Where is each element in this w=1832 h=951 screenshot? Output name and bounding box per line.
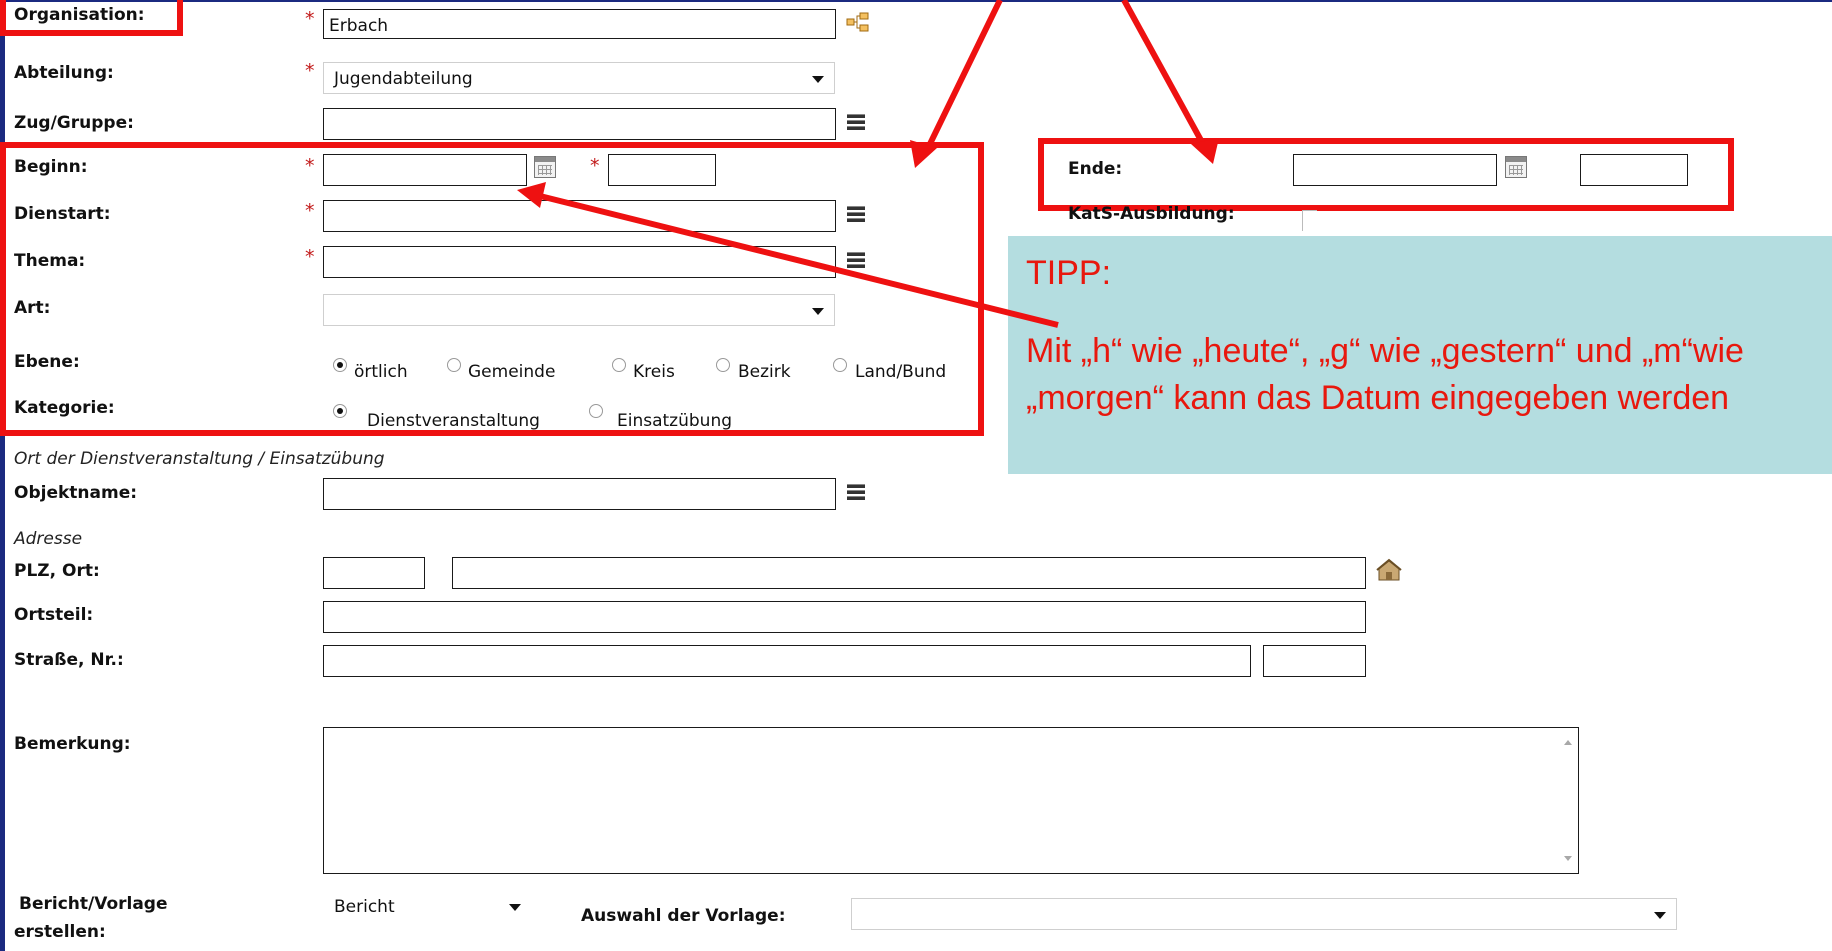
arrow-to-beginn-date [517,182,1059,328]
annotation-arrows [517,0,1219,328]
arrow-to-beginn-box [910,0,1003,168]
arrow-to-ende-box [1121,0,1219,164]
